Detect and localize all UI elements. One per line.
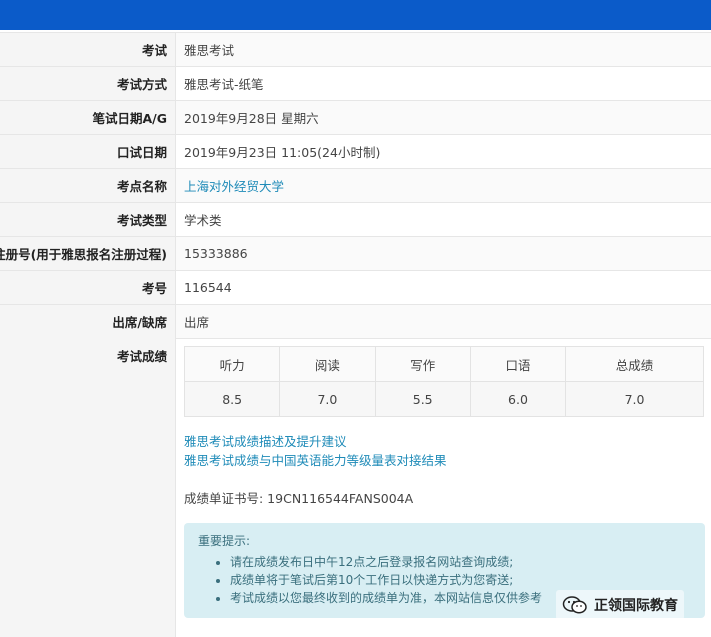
exam-type-label: 考试类型	[0, 203, 176, 236]
row-written-date: 笔试日期A/G 2019年9月28日 星期六	[0, 101, 711, 135]
notice-title: 重要提示:	[198, 534, 251, 548]
speaking-date-value: 2019年9月23日 11:05(24小时制)	[176, 135, 711, 168]
row-candidate-number: 考号 116544	[0, 271, 711, 305]
score-listening: 8.5	[183, 381, 281, 417]
score-header-reading: 阅读	[279, 346, 376, 382]
row-exam-type: 考试类型 学术类	[0, 203, 711, 237]
score-table: 听力 阅读 写作 口语 总成绩 8.5 7.0 5.5 6.0 7.0	[183, 346, 704, 417]
candidate-number-value: 116544	[176, 271, 711, 304]
score-header-overall: 总成绩	[565, 346, 704, 382]
exam-value: 雅思考试	[176, 33, 711, 66]
wechat-watermark: 正领国际教育	[556, 590, 684, 620]
exam-mode-label: 考试方式	[0, 67, 176, 100]
candidate-number-label: 考号	[0, 271, 176, 304]
test-center-label: 考点名称	[0, 169, 176, 202]
row-exam-mode: 考试方式 雅思考试-纸笔	[0, 67, 711, 101]
score-header-row: 听力 阅读 写作 口语 总成绩	[183, 346, 704, 382]
registration-number-label-text: 注册号(用于雅思报名注册过程)	[0, 247, 167, 262]
score-speaking: 6.0	[469, 381, 567, 417]
written-date-value: 2019年9月28日 星期六	[176, 101, 711, 134]
score-header-speaking: 口语	[469, 346, 567, 382]
exam-label: 考试	[0, 33, 176, 66]
row-registration-number: 注册号(用于雅思报名注册过程) 15333886	[0, 237, 711, 271]
notice-item: 请在成绩发布日中午12点之后登录报名网站查询成绩;	[230, 553, 693, 571]
registration-number-value: 15333886	[176, 237, 711, 270]
score-writing: 5.5	[374, 381, 471, 417]
exam-mode-value: 雅思考试-纸笔	[176, 67, 711, 100]
attendance-value: 出席	[176, 305, 711, 338]
exam-info-table: 考试 雅思考试 考试方式 雅思考试-纸笔 笔试日期A/G 2019年9月28日 …	[0, 32, 711, 339]
speaking-date-label: 口试日期	[0, 135, 176, 168]
notice-item: 成绩单将于笔试后第10个工作日以快递方式为您寄送;	[230, 571, 693, 589]
certificate-number: 成绩单证书号: 19CN116544FANS004A	[184, 491, 414, 506]
top-header-bar	[0, 0, 711, 30]
test-center-link[interactable]: 上海对外经贸大学	[176, 169, 711, 202]
scores-label: 考试成绩	[0, 338, 176, 637]
score-description-link[interactable]: 雅思考试成绩描述及提升建议	[184, 432, 447, 451]
row-attendance: 出席/缺席 出席	[0, 305, 711, 339]
row-exam: 考试 雅思考试	[0, 33, 711, 67]
score-header-listening: 听力	[183, 346, 281, 382]
cse-alignment-link[interactable]: 雅思考试成绩与中国英语能力等级量表对接结果	[184, 451, 447, 470]
written-date-label: 笔试日期A/G	[0, 101, 176, 134]
score-header-writing: 写作	[374, 346, 471, 382]
score-reading: 7.0	[279, 381, 376, 417]
row-speaking-date: 口试日期 2019年9月23日 11:05(24小时制)	[0, 135, 711, 169]
registration-number-label: 注册号(用于雅思报名注册过程)	[0, 237, 176, 270]
score-links: 雅思考试成绩描述及提升建议 雅思考试成绩与中国英语能力等级量表对接结果	[184, 432, 447, 470]
wechat-icon	[562, 596, 587, 614]
exam-type-value: 学术类	[176, 203, 711, 236]
attendance-label: 出席/缺席	[0, 305, 176, 338]
score-overall: 7.0	[565, 381, 704, 417]
row-test-center: 考点名称 上海对外经贸大学	[0, 169, 711, 203]
watermark-text: 正领国际教育	[594, 598, 678, 614]
score-value-row: 8.5 7.0 5.5 6.0 7.0	[183, 381, 704, 417]
